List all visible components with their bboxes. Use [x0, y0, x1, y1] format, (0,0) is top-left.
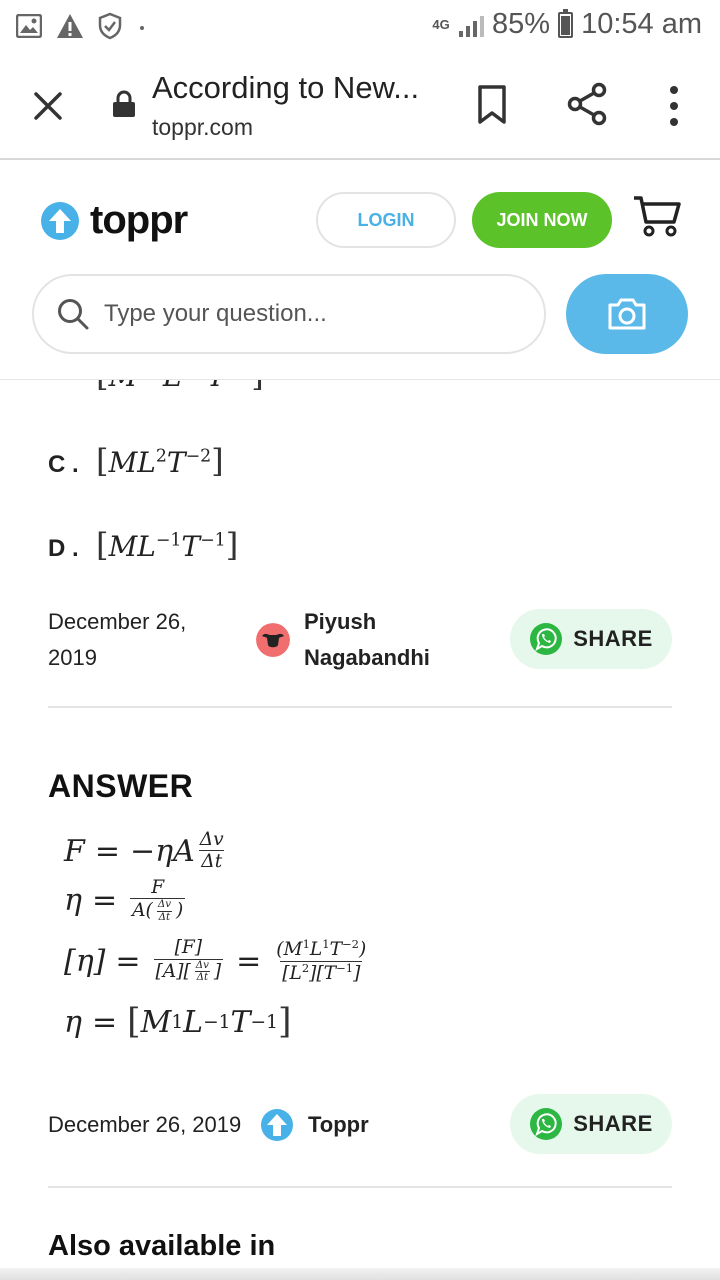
answer-author[interactable]: Toppr — [260, 1107, 369, 1143]
share-label: SHARE — [573, 1111, 653, 1136]
share-icon[interactable] — [566, 82, 608, 126]
option-letter: C . — [48, 451, 79, 478]
bottom-edge — [0, 1268, 720, 1280]
bookmark-icon[interactable] — [474, 84, 510, 126]
page-title[interactable]: According to New... — [152, 70, 419, 106]
option-b-partial: [M−1L−1T−1] — [96, 380, 264, 394]
logo-text: toppr — [90, 198, 188, 242]
equation-dimension: [η] = [F] [A][Δv Δt] = (M1L1T−2) [L2][T−1] — [64, 937, 367, 984]
search-input[interactable] — [104, 300, 504, 328]
answer-heading: ANSWER — [48, 768, 194, 804]
equation-result: η =[M 1 L −1 T −1] — [64, 1002, 292, 1042]
shield-check-icon — [98, 12, 122, 40]
author-name: Piyush Nagabandhi — [304, 609, 430, 670]
browser-toolbar: According to New... toppr.com — [0, 52, 720, 160]
avatar — [256, 623, 290, 657]
option-expression: [ML−1T−1] — [96, 526, 239, 564]
equation-eta: η = F A(Δv Δt) — [64, 877, 186, 923]
page-url[interactable]: toppr.com — [152, 114, 253, 141]
question-author[interactable]: Piyush Nagabandhi — [256, 604, 454, 676]
answer-date: December 26, 2019 — [48, 1112, 242, 1137]
toppr-logo[interactable]: toppr — [40, 198, 188, 243]
main-content: [M−1L−1T−1] C . [ML2T−2] D . [ML−1T−1] D… — [0, 380, 720, 1280]
clock: 10:54 am — [581, 8, 702, 40]
cart-icon[interactable] — [632, 194, 682, 238]
divider — [48, 706, 672, 708]
dot-icon — [140, 26, 144, 30]
share-label: SHARE — [573, 626, 653, 651]
join-now-button[interactable]: JOIN NOW — [472, 192, 612, 248]
also-available-heading: Also available in — [48, 1230, 276, 1262]
question-meta: December 26, 2019 Piyush Nagabandhi SHAR… — [48, 604, 672, 676]
answer-meta: December 26, 2019 Toppr SHARE — [48, 1094, 672, 1156]
network-type: 4G — [432, 16, 450, 32]
more-menu-icon[interactable] — [664, 84, 684, 128]
toppr-avatar-icon — [261, 1109, 293, 1141]
warning-icon — [57, 14, 83, 38]
whatsapp-share-button[interactable]: SHARE — [510, 1094, 672, 1154]
question-date: December 26, 2019 — [48, 609, 187, 670]
search-box[interactable] — [32, 274, 546, 354]
notification-icons — [16, 12, 148, 40]
search-icon — [58, 299, 89, 330]
whatsapp-icon — [530, 623, 563, 655]
equation-force: F = −ηA Δv Δt — [64, 829, 225, 873]
option-d[interactable]: D . [ML−1T−1] — [48, 526, 238, 564]
site-header: toppr LOGIN JOIN NOW — [0, 162, 720, 380]
login-button[interactable]: LOGIN — [316, 192, 456, 248]
logo-arrow-icon — [41, 201, 79, 240]
signal-icon — [459, 13, 485, 37]
whatsapp-share-button[interactable]: SHARE — [510, 609, 672, 669]
divider — [48, 1186, 672, 1188]
author-name: Toppr — [308, 1112, 369, 1137]
battery-percent: 85% — [492, 8, 551, 40]
image-icon — [16, 14, 42, 38]
answer-equations: F = −ηA Δv Δt η = F A(Δv Δt) [η] = [F] [A][Δv Δt] = (M… — [64, 829, 564, 1050]
option-c[interactable]: C . [ML2T−2] — [48, 442, 224, 480]
camera-icon — [608, 298, 646, 330]
close-icon[interactable] — [28, 86, 68, 126]
status-bar: 4G 85% 10:54 am — [0, 0, 720, 52]
camera-button[interactable] — [566, 274, 688, 354]
option-letter: D . — [48, 535, 79, 562]
option-expression: [ML2T−2] — [96, 442, 224, 480]
battery-icon — [558, 8, 574, 38]
lock-icon — [113, 90, 135, 117]
whatsapp-icon — [530, 1108, 563, 1140]
